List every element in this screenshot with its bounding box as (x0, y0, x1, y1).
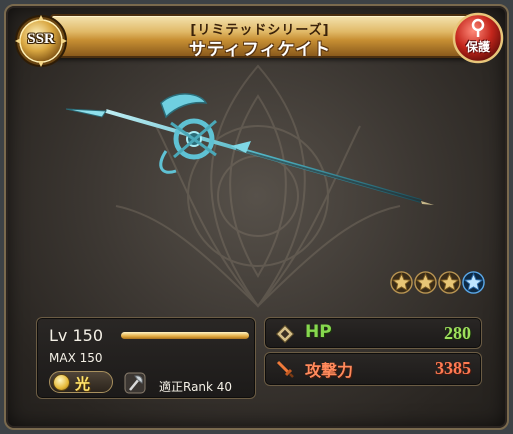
element-label: 光 (75, 375, 91, 393)
protect-label: 保護 (465, 40, 490, 54)
weapon-illustration (66, 93, 434, 205)
level-progress-bar (121, 332, 249, 339)
star-filled-icon (390, 271, 413, 294)
axe-icon (124, 372, 146, 394)
level-progress-fill (121, 332, 249, 339)
hp-label: HP (305, 322, 332, 342)
light-element-icon (53, 374, 70, 391)
attack-label: 攻撃力 (305, 361, 354, 380)
diamond-icon (275, 324, 295, 344)
protect-button[interactable]: 保護 (452, 12, 504, 64)
level-label: Lv 150 (49, 326, 104, 345)
max-level-label: MAX 150 (49, 351, 103, 365)
star-filled-icon (414, 271, 437, 294)
rarity-label: SSR (27, 31, 55, 47)
rarity-badge: SSR (14, 14, 68, 68)
star-filled-icon (438, 271, 461, 294)
sword-icon (276, 360, 294, 378)
hp-value: 280 (444, 323, 471, 343)
level-panel: Lv 150 MAX 150 光 適正Rank 40 (36, 317, 256, 399)
attack-value: 3385 (435, 358, 471, 378)
element-badge: 光 (49, 371, 113, 393)
hp-stat-panel: HP 280 (264, 317, 482, 349)
attack-stat-panel: 攻撃力 3385 (264, 352, 482, 386)
recommended-rank-label: 適正Rank 40 (159, 380, 233, 394)
weapon-name: サティフィケイト (188, 40, 332, 60)
star-blue-icon (462, 271, 485, 294)
uncap-stars (390, 271, 485, 294)
title-banner: [リミテッドシリーズ] サティフィケイト (50, 14, 470, 60)
weapon-detail-card: [リミテッドシリーズ] サティフィケイト SSR 保護 Lv 150 MAX 1… (4, 4, 509, 430)
